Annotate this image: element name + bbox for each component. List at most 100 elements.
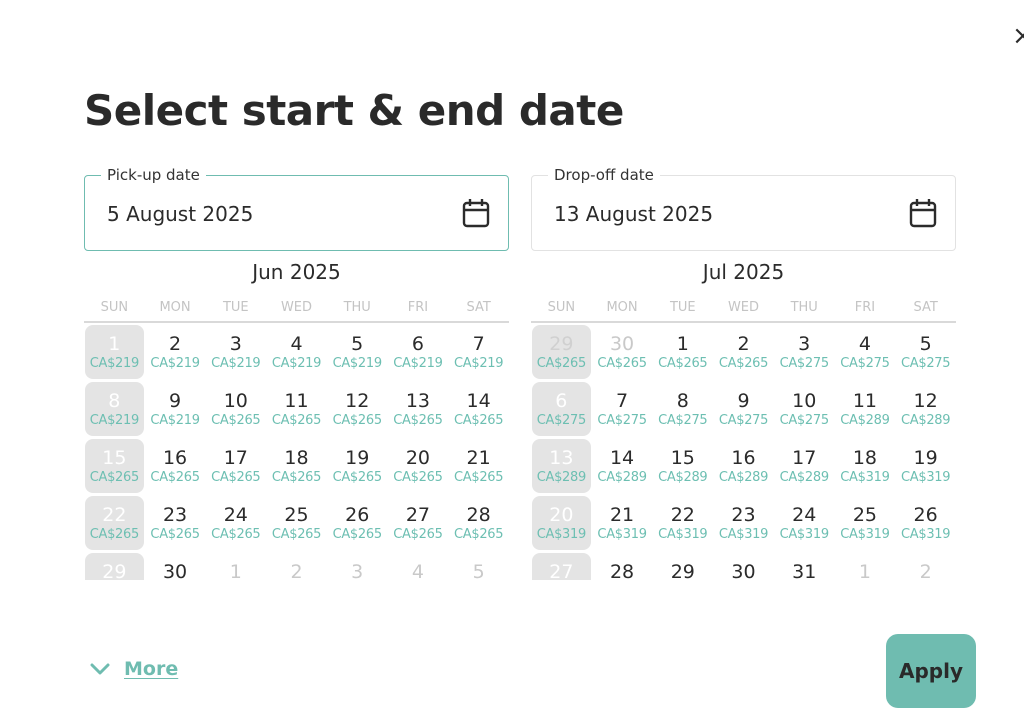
day-cell[interactable]: 10 CA$265 [206,382,265,436]
day-cell[interactable]: 14 CA$289 [593,439,652,493]
day-cell[interactable]: 2 [267,553,326,580]
day-cell: 29 [85,553,144,580]
day-number: 11 [284,390,309,412]
day-cell[interactable]: 1 [206,553,265,580]
day-cell[interactable]: 26 CA$265 [328,496,387,550]
calendar-icon[interactable] [909,198,937,228]
dropoff-date-field[interactable]: Drop-off date 13 August 2025 [531,166,956,251]
day-cell[interactable]: 11 CA$265 [267,382,326,436]
weekday-label: TUE [222,300,249,315]
day-cell[interactable]: 20 CA$265 [389,439,448,493]
close-icon: × [1012,21,1024,51]
day-cell[interactable]: 25 CA$265 [267,496,326,550]
day-price: CA$219 [393,356,443,371]
day-cell[interactable]: 6 CA$219 [389,325,448,379]
more-toggle[interactable]: More [90,658,178,680]
day-cell[interactable]: 24 CA$265 [206,496,265,550]
more-link[interactable]: More [124,658,178,680]
day-cell[interactable]: 25 CA$319 [836,496,895,550]
day-cell[interactable]: 3 CA$219 [206,325,265,379]
day-number: 16 [731,447,756,469]
day-cell[interactable]: 5 CA$219 [328,325,387,379]
day-cell[interactable]: 16 CA$265 [146,439,205,493]
day-price: CA$265 [89,470,140,485]
day-cell[interactable]: 29 [653,553,712,580]
day-cell[interactable]: 12 CA$265 [328,382,387,436]
day-cell[interactable]: 15 CA$289 [653,439,712,493]
day-cell[interactable]: 14 CA$265 [449,382,508,436]
day-cell[interactable]: 2 CA$265 [714,325,773,379]
day-number: 30 [731,561,756,580]
calendar-icon[interactable] [462,198,490,228]
day-number: 30 [609,333,635,355]
day-cell[interactable]: 23 CA$319 [714,496,773,550]
day-number: 28 [609,561,635,580]
day-cell[interactable]: 9 CA$219 [146,382,205,436]
day-cell[interactable]: 16 CA$289 [714,439,773,493]
day-cell[interactable]: 17 CA$265 [206,439,265,493]
day-cell[interactable]: 30 [146,553,205,580]
day-cell[interactable]: 30 [714,553,773,580]
close-button[interactable]: × [1012,22,1024,50]
day-cell[interactable]: 3 CA$275 [775,325,834,379]
day-price: CA$289 [718,470,769,485]
day-cell[interactable]: 24 CA$319 [775,496,834,550]
day-cell[interactable]: 13 CA$265 [389,382,448,436]
day-cell[interactable]: 9 CA$275 [714,382,773,436]
day-cell[interactable]: 3 [328,553,387,580]
day-price: CA$265 [211,413,261,428]
day-cell[interactable]: 19 CA$319 [896,439,955,493]
weekday-label: TUE [669,300,696,315]
day-cell[interactable]: 27 CA$265 [389,496,448,550]
day-cell[interactable]: 5 CA$275 [896,325,955,379]
day-cell[interactable]: 2 CA$219 [146,325,205,379]
day-cell[interactable]: 26 CA$319 [896,496,955,550]
day-cell[interactable]: 30 CA$265 [593,325,652,379]
day-number: 22 [102,504,127,526]
day-cell[interactable]: 1 CA$265 [653,325,712,379]
day-number: 2 [169,333,182,355]
day-number: 3 [798,333,811,355]
weekday-label: FRI [854,300,876,315]
day-cell[interactable]: 19 CA$265 [328,439,387,493]
day-cell[interactable]: 2 [896,553,955,580]
day-cell[interactable]: 5 [449,553,508,580]
day-cell[interactable]: 7 CA$275 [593,382,652,436]
day-price: CA$275 [536,413,587,428]
day-cell[interactable]: 23 CA$265 [146,496,205,550]
day-cell[interactable]: 22 CA$319 [653,496,712,550]
weekday-label: SAT [913,300,938,315]
day-number: 21 [609,504,635,526]
apply-button[interactable]: Apply [886,634,976,708]
day-number: 23 [162,504,188,526]
day-number: 18 [852,447,878,469]
day-number: 2 [919,561,932,580]
day-cell[interactable]: 4 CA$275 [836,325,895,379]
day-cell[interactable]: 1 [836,553,895,580]
day-number: 1 [676,333,689,355]
day-price: CA$275 [779,413,830,428]
day-cell[interactable]: 4 [389,553,448,580]
day-number: 27 [405,504,431,526]
day-number: 6 [411,333,424,355]
day-cell[interactable]: 4 CA$219 [267,325,326,379]
day-price: CA$275 [901,356,951,371]
pickup-date-value: 5 August 2025 [107,202,254,226]
day-cell[interactable]: 7 CA$219 [449,325,508,379]
day-cell[interactable]: 31 [775,553,834,580]
day-cell[interactable]: 18 CA$319 [836,439,895,493]
day-cell[interactable]: 21 CA$265 [449,439,508,493]
day-cell[interactable]: 12 CA$289 [896,382,955,436]
day-price: CA$265 [332,470,383,485]
day-cell[interactable]: 8 CA$275 [653,382,712,436]
day-cell[interactable]: 11 CA$289 [836,382,895,436]
day-cell[interactable]: 28 [593,553,652,580]
day-cell[interactable]: 17 CA$289 [775,439,834,493]
pickup-date-field[interactable]: Pick-up date 5 August 2025 [84,166,509,251]
day-cell[interactable]: 18 CA$265 [267,439,326,493]
day-cell[interactable]: 21 CA$319 [593,496,652,550]
day-cell[interactable]: 10 CA$275 [775,382,834,436]
day-cell[interactable]: 28 CA$265 [449,496,508,550]
day-price: CA$289 [658,470,708,485]
day-price: CA$265 [150,527,200,542]
